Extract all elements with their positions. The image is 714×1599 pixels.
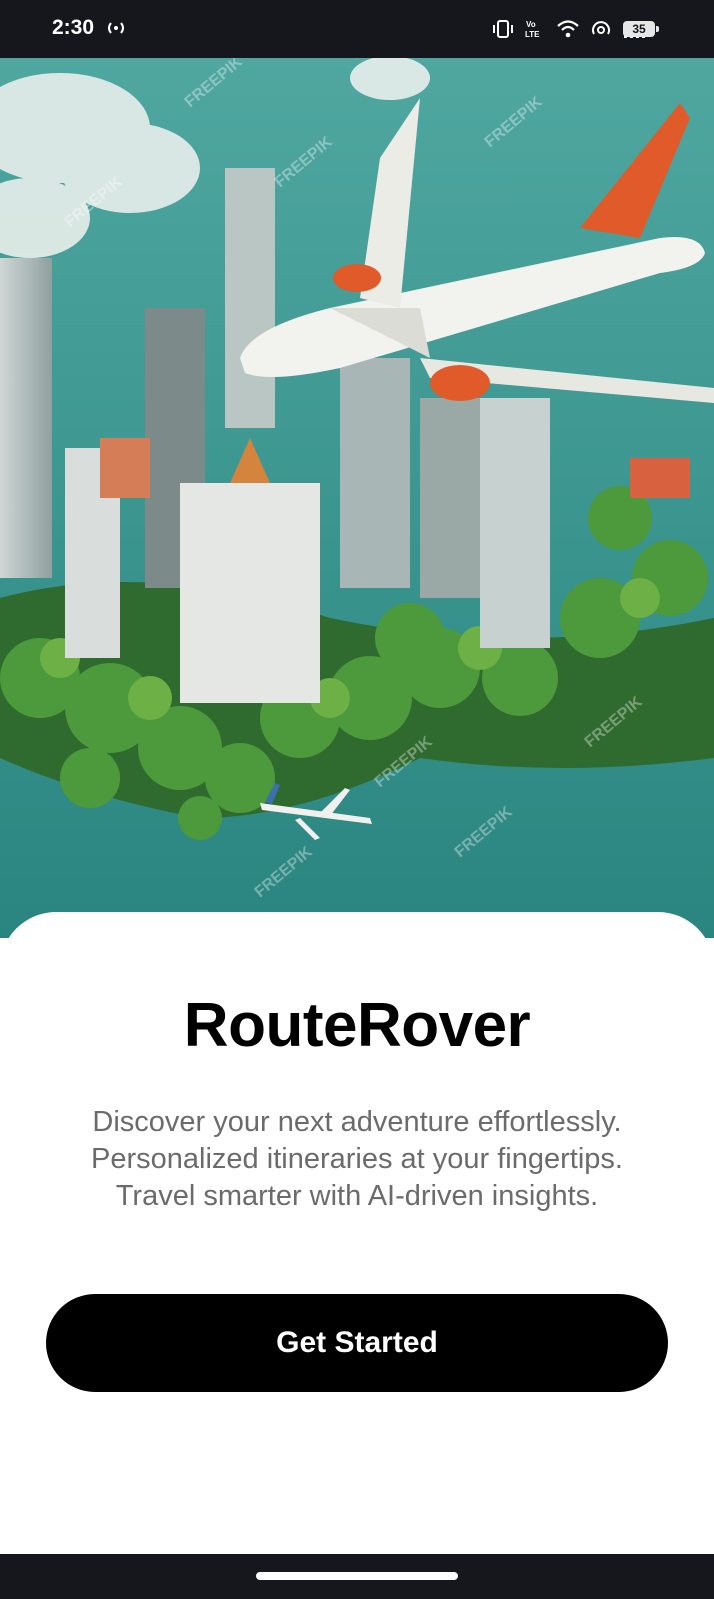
- tagline-line: Travel smarter with AI-driven insights.: [115, 1180, 599, 1212]
- vibrate-icon: [493, 20, 513, 38]
- hotspot-icon: [108, 22, 124, 34]
- wifi-icon: [557, 20, 579, 38]
- hero-image: FREEPIK FREEPIK FREEPIK FREEPIK FREEPIK …: [0, 58, 714, 938]
- volte-icon: Vo LTE: [525, 20, 540, 39]
- tagline-line: Discover your next adventure effortlessl…: [92, 1106, 622, 1138]
- svg-text:Vo: Vo: [526, 20, 536, 29]
- app-title: RouteRover: [183, 991, 531, 1060]
- hotspot-ring-icon: [592, 21, 610, 35]
- tagline-line: Personalized itineraries at your fingert…: [91, 1143, 623, 1175]
- status-bar: 2:30 Vo LTE 35: [0, 0, 714, 58]
- status-time: 2:30: [52, 16, 95, 39]
- tagline: Discover your next adventure effortlessl…: [40, 1104, 674, 1215]
- get-started-button[interactable]: Get Started: [46, 1294, 668, 1392]
- svg-text:LTE: LTE: [525, 30, 540, 39]
- battery-icon: 35: [623, 21, 659, 37]
- home-indicator[interactable]: [256, 1572, 458, 1580]
- travel-city-island-illustration: FREEPIK FREEPIK FREEPIK FREEPIK FREEPIK …: [0, 58, 714, 938]
